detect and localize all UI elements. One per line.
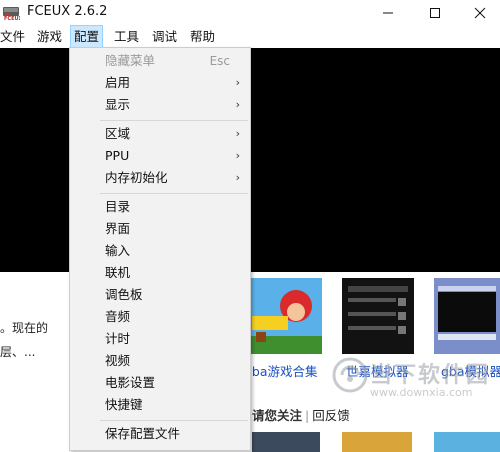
menu-tools[interactable]: 工具 <box>111 26 142 48</box>
menu-config[interactable]: 配置 <box>69 25 104 49</box>
menu-item-timing[interactable]: 计时 <box>70 328 250 350</box>
menu-item-movie-options[interactable]: 电影设置 <box>70 372 250 394</box>
watermark-url: www.downxia.com <box>370 386 473 399</box>
emulator-screenshot-image <box>342 278 414 354</box>
thumbnail-caption[interactable]: gba游戏合集 <box>244 361 318 380</box>
menu-item-label: 调色板 <box>105 287 143 302</box>
menu-item-label: 联机 <box>105 265 131 280</box>
submenu-arrow-icon: › <box>235 149 240 162</box>
menu-item-hotkeys[interactable]: 快捷键 <box>70 394 250 416</box>
submenu-arrow-icon: › <box>235 76 240 89</box>
menu-separator <box>100 420 248 421</box>
menu-item-ram-init[interactable]: 内存初始化 › <box>70 167 250 189</box>
menu-item-label: 视频 <box>105 353 131 368</box>
menu-help[interactable]: 帮助 <box>187 26 218 48</box>
close-button[interactable] <box>457 0 500 26</box>
menu-separator <box>100 193 248 194</box>
feedback-link[interactable]: 回反馈 <box>312 408 350 423</box>
menu-item-network[interactable]: 联机 <box>70 262 250 284</box>
menu-item-label: PPU <box>105 148 130 163</box>
watermark: 当下软件园 www.downxia.com <box>332 357 500 409</box>
menu-item-video[interactable]: 视频 <box>70 350 250 372</box>
menu-item-label: 区域 <box>105 126 131 141</box>
menu-item-label: 目录 <box>105 199 131 214</box>
maximize-button[interactable] <box>412 0 457 26</box>
maximize-icon <box>429 8 440 18</box>
article-snippet-line: 层、... <box>0 345 36 359</box>
game-cover-image <box>244 278 322 354</box>
submenu-arrow-icon: › <box>235 127 240 140</box>
menu-item-label: 输入 <box>105 243 131 258</box>
menu-item-ppu[interactable]: PPU › <box>70 145 250 167</box>
menu-item-region[interactable]: 区域 › <box>70 123 250 145</box>
bottom-thumbnail[interactable] <box>342 432 412 452</box>
menu-item-label: 界面 <box>105 221 131 236</box>
menu-item-label: 启用 <box>105 75 131 90</box>
menu-item-hide-menu[interactable]: 隐藏菜单 Esc <box>70 50 250 72</box>
minimize-button[interactable] <box>365 0 410 26</box>
title-bar: FCEUX FCEUX 2.6.2 <box>0 0 500 26</box>
menu-item-label: 保存配置文件 <box>105 426 181 441</box>
menu-item-palette[interactable]: 调色板 <box>70 284 250 306</box>
window-title: FCEUX 2.6.2 <box>27 4 108 19</box>
menu-item-sound[interactable]: 音频 <box>70 306 250 328</box>
menu-game[interactable]: 游戏 <box>34 26 65 48</box>
menu-item-shortcut: Esc <box>209 54 230 68</box>
menu-separator <box>100 120 248 121</box>
follow-text: 请您关注 <box>252 408 303 423</box>
bottom-thumbnail[interactable] <box>252 432 320 452</box>
menu-file[interactable]: 文件 <box>0 26 28 48</box>
article-snippet-line: 。现在的 <box>0 321 49 335</box>
submenu-arrow-icon: › <box>235 98 240 111</box>
close-icon <box>474 7 485 19</box>
menu-debug[interactable]: 调试 <box>149 26 180 48</box>
menu-bar: 文件 游戏 配置 工具 调试 帮助 <box>0 25 500 49</box>
menu-item-directories[interactable]: 目录 <box>70 196 250 218</box>
menu-item-label: 内存初始化 <box>105 170 168 185</box>
thumbnail-sega-emulator[interactable] <box>342 278 414 354</box>
menu-item-label: 电影设置 <box>105 375 156 390</box>
menu-item-label: 隐藏菜单 <box>105 53 156 68</box>
watermark-name: 当下软件园 <box>370 363 491 388</box>
submenu-arrow-icon: › <box>235 171 240 184</box>
thumbnail-gba-emulator[interactable] <box>434 278 500 354</box>
emulator-window-image <box>434 278 500 354</box>
menu-item-label: 计时 <box>105 331 131 346</box>
fceux-app-icon: FCEUX <box>3 7 20 21</box>
minimize-icon <box>382 12 393 14</box>
menu-item-label: 音频 <box>105 309 131 324</box>
menu-item-enable[interactable]: 启用 › <box>70 72 250 94</box>
watermark-logo-icon <box>332 357 368 393</box>
bottom-thumbnail[interactable] <box>434 432 500 452</box>
config-dropdown-menu: 隐藏菜单 Esc 启用 › 显示 › 区域 › PPU › 内存初始化 › 目录… <box>69 47 251 451</box>
menu-item-display[interactable]: 显示 › <box>70 94 250 116</box>
thumbnail-gba-collection[interactable] <box>244 278 322 354</box>
menu-item-label: 显示 <box>105 97 131 112</box>
menu-item-input[interactable]: 输入 <box>70 240 250 262</box>
menu-item-gui[interactable]: 界面 <box>70 218 250 240</box>
menu-item-save-config[interactable]: 保存配置文件 <box>70 423 250 445</box>
menu-item-label: 快捷键 <box>105 397 143 412</box>
svg-text:FCEUX: FCEUX <box>4 16 20 21</box>
